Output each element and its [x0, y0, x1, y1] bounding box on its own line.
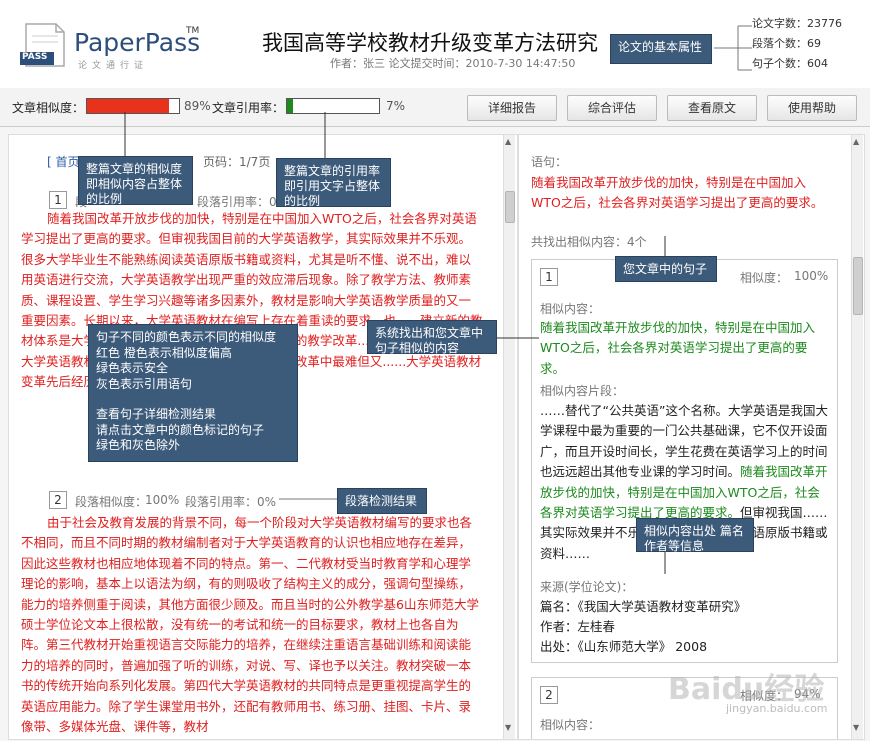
note-source-info: 相似内容出处 篇名 作者等信息 — [636, 518, 754, 553]
similar-scroll-thumb[interactable] — [853, 257, 863, 315]
similar-count: 共找出相似内容：4个 — [531, 235, 647, 249]
help-button[interactable]: 使用帮助 — [767, 95, 857, 121]
paragraph-2-text[interactable]: 由于社会及教育发展的背景不同，每一个阶段对大学英语教材编写的要求也各不相同，而且… — [21, 513, 483, 737]
sentence-label: 语句： — [531, 155, 568, 169]
similar-card-1[interactable]: 1 相似度： 100% 相似内容： 随着我国改革开放步伐的加快，特别是在中国加入… — [531, 259, 838, 663]
card-1-source-title: 篇名：《我国大学英语教材变革研究》 — [540, 599, 747, 614]
paper-meta: 作者：张三 论文提交时间：2010-7-30 14:47:50 — [330, 57, 576, 70]
sentence-count: 句子个数：604 — [752, 57, 828, 70]
logo-tm: TM — [186, 26, 200, 36]
paragraph-1-number: 1 — [49, 191, 67, 209]
note-4-pointer — [497, 337, 539, 339]
legend-line: 查看句子详细检测结果 — [96, 407, 217, 421]
legend-line: 句子不同的颜色表示不同的相似度 — [96, 330, 277, 344]
detailed-report-button[interactable]: 详细报告 — [467, 95, 557, 121]
paragraph-2-sim-value: 100% — [145, 493, 180, 507]
scroll-up-icon[interactable]: ▲ — [853, 137, 859, 146]
paper-stats: 论文字数：23776 段落个数：69 句子个数：604 — [752, 14, 842, 74]
logo-subtitle: 论文通行证 — [78, 61, 149, 71]
stats-bracket — [714, 25, 752, 71]
word-count: 论文字数：23776 — [752, 17, 842, 30]
paragraph-2-citation: 段落引用率：0% — [185, 495, 277, 509]
similarity-value: 89% — [184, 99, 211, 113]
citation-value: 7% — [386, 99, 406, 113]
note-1-pointer — [124, 112, 126, 158]
similarity-bar-fill — [87, 99, 169, 113]
overall-evaluation-button[interactable]: 综合评估 — [567, 95, 657, 121]
card-1-source-author: 作者：左桂春 — [540, 619, 616, 634]
paragraph-2-pointer — [279, 498, 339, 500]
legend-line: 请点击文章中的颜色标记的句子 — [96, 422, 265, 437]
paragraph-2-sim-label: 段落相似度： — [75, 495, 148, 509]
card-2-content-label: 相似内容： — [540, 718, 601, 732]
paragraph-count: 段落个数：69 — [752, 37, 821, 50]
note-citation: 整篇文章的引用率即引用文字占整体的比例 — [276, 158, 391, 208]
page-title: 我国高等学校教材升级变革方法研究 — [262, 31, 598, 55]
article-scroll-thumb[interactable] — [505, 191, 515, 223]
similarity-bar — [86, 98, 180, 114]
card-1-source-publication: 出处：《山东师范大学》 2008 — [540, 639, 708, 654]
note-2-pointer — [324, 112, 326, 160]
legend-spacer — [96, 392, 290, 407]
card-1-source: 篇名：《我国大学英语教材变革研究》 作者：左桂春 出处：《山东师范大学》 200… — [540, 597, 746, 657]
logo-badge: PASS — [22, 52, 48, 62]
view-original-button[interactable]: 查看原文 — [667, 95, 757, 121]
card-1-fragment-label: 相似内容片段： — [540, 384, 625, 398]
note-paragraph-result: 段落检测结果 — [337, 488, 427, 514]
note-basic-attributes: 论文的基本属性 — [610, 34, 712, 64]
note-similarity: 整篇文章的相似度即相似内容占整体的比例 — [78, 156, 193, 206]
card-1-content: 随着我国改革开放步伐的加快，特别是在中国加入WTO之后，社会各界对英语学习提出了… — [540, 320, 816, 376]
citation-label: 文章引用率： — [212, 101, 285, 115]
scroll-up-icon[interactable]: ▲ — [505, 137, 511, 146]
note-color-legend: 句子不同的颜色表示不同的相似度 红色 橙色表示相似度偏高 绿色表示安全 灰色表示… — [88, 324, 298, 462]
selected-sentence: 随着我国改革开放步伐的加快，特别是在中国加入WTO之后，社会各界对英语学习提出了… — [531, 175, 824, 211]
similar-content-pane: 语句： 随着我国改革开放步伐的加快，特别是在中国加入WTO之后，社会各界对英语学… — [518, 134, 865, 740]
legend-line: 红色 橙色表示相似度偏高 — [96, 345, 232, 360]
card-1-content-label: 相似内容： — [540, 302, 601, 316]
card-1-source-label: 来源(学位论文)： — [540, 580, 634, 594]
citation-bar — [286, 98, 380, 114]
paragraph-2-number: 2 — [49, 491, 67, 509]
card-1-sim-value: 100% — [794, 269, 829, 283]
logo-text: PaperPass — [74, 28, 201, 57]
scroll-down-icon[interactable]: ▼ — [505, 723, 511, 732]
card-1-sim-label: 相似度： — [740, 271, 789, 285]
pager-first-link[interactable]: [ 首页 — [47, 153, 80, 170]
note-your-sentence: 您文章中的句子 — [615, 256, 717, 282]
logo-icon — [18, 22, 68, 70]
note-7-pointer — [664, 552, 666, 574]
note-similar-content: 系统找出和您文章中句子相似的内容 — [367, 320, 497, 355]
legend-line: 绿色和灰色除外 — [96, 438, 181, 452]
card-1-number: 1 — [540, 268, 558, 286]
paragraph-1-citation: 段落引用率：0% — [197, 195, 289, 209]
watermark-url: jingyan.baidu.com — [726, 702, 828, 715]
similar-scrollbar[interactable]: ▲ ▼ — [851, 135, 863, 739]
pager-status: 页码：1/7页 — [203, 155, 271, 169]
scroll-down-icon[interactable]: ▼ — [853, 723, 859, 732]
card-2-number: 2 — [540, 686, 558, 704]
article-scrollbar[interactable]: ▲ ▼ — [503, 135, 515, 739]
citation-bar-fill — [287, 99, 294, 113]
similarity-label: 文章相似度： — [12, 101, 85, 115]
legend-line: 灰色表示引用语句 — [96, 376, 193, 391]
legend-line: 绿色表示安全 — [96, 361, 169, 375]
